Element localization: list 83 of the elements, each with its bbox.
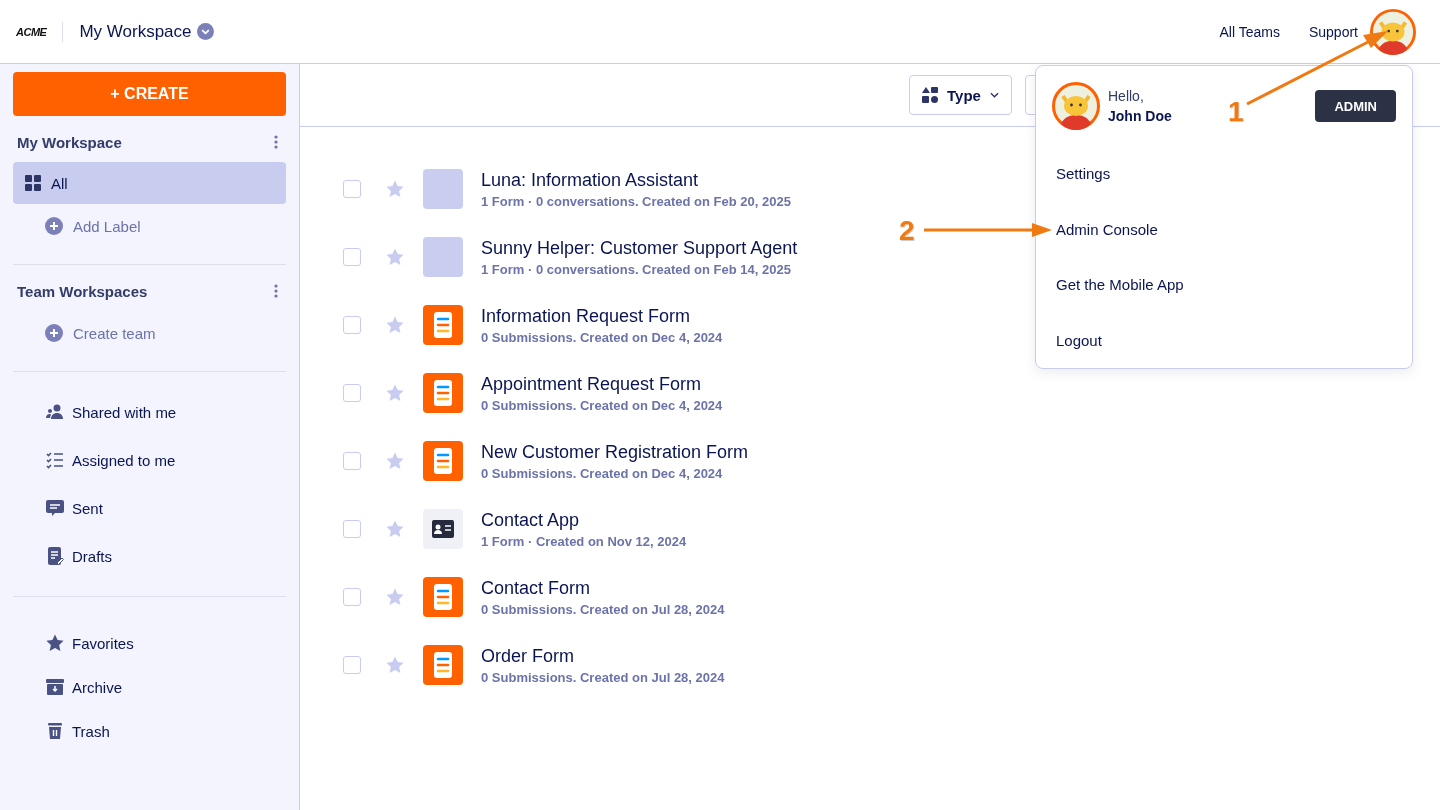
user-name: John Doe (1108, 108, 1172, 124)
menu-item[interactable]: Get the Mobile App (1052, 257, 1184, 313)
checkbox[interactable] (343, 248, 361, 266)
contact-card-icon (423, 509, 463, 549)
item-details: 1 Form · 0 conversations. Created on Feb 20, 2025 (481, 193, 791, 209)
chevron-down-icon (989, 92, 999, 98)
section-title: My Workspace (17, 133, 122, 151)
item-details: 0 Submissions. Created on Dec 4, 2024 (481, 329, 723, 345)
greeting: Hello, (1108, 88, 1145, 104)
item-title[interactable]: Appointment Request Form (481, 373, 723, 395)
header-link[interactable]: Support (1308, 23, 1358, 40)
archive-icon (46, 678, 64, 696)
sidebar-item[interactable]: All (13, 162, 286, 204)
chevron-down-icon[interactable] (196, 23, 214, 40)
type-filter-button[interactable]: Type (909, 75, 1012, 115)
form-icon (423, 441, 463, 481)
form-icon (423, 305, 463, 345)
sidebar-item[interactable]: Create team (13, 311, 286, 355)
star-icon[interactable] (386, 520, 404, 538)
sidebar-item[interactable]: Shared with me (13, 388, 286, 436)
item-title[interactable]: New Customer Registration Form (481, 441, 749, 463)
item-title[interactable]: Contact Form (481, 577, 725, 599)
photo-placeholder (423, 237, 463, 277)
trash-icon (46, 722, 64, 740)
more-options-icon[interactable] (274, 135, 278, 149)
star-icon[interactable] (386, 180, 404, 198)
star-icon[interactable] (386, 588, 404, 606)
plus-circle-icon (45, 324, 63, 342)
sidebar-item[interactable]: Archive (13, 665, 286, 709)
menu-item[interactable]: Logout (1052, 312, 1102, 368)
checkbox[interactable] (343, 316, 361, 334)
grid-icon (25, 175, 41, 191)
item-title[interactable]: Order Form (481, 645, 725, 667)
checkbox[interactable] (343, 520, 361, 538)
form-icon (423, 577, 463, 617)
plus-circle-icon (45, 217, 63, 235)
item-title[interactable]: Sunny Helper: Customer Support Agent (481, 237, 798, 259)
item-details: 0 Submissions. Created on Jul 28, 2024 (481, 601, 725, 617)
people-icon (46, 403, 64, 421)
avatar-icon[interactable] (1370, 8, 1416, 55)
logo[interactable]: ACME (16, 25, 47, 38)
shapes-icon (922, 87, 938, 103)
menu-item[interactable]: Admin Console (1052, 201, 1158, 257)
item-details: 0 Submissions. Created on Dec 4, 2024 (481, 465, 724, 481)
star-icon[interactable] (386, 452, 404, 470)
checkbox[interactable] (343, 384, 361, 402)
sidebar-item[interactable]: Add Label (13, 204, 286, 248)
star-icon[interactable] (386, 656, 404, 674)
star-icon[interactable] (386, 384, 404, 402)
checkbox[interactable] (343, 588, 361, 606)
item-title[interactable]: Luna: Information Assistant (481, 169, 791, 191)
sidebar-item[interactable]: Favorites (13, 621, 286, 665)
checklist-icon (46, 451, 64, 469)
form-icon (423, 373, 463, 413)
more-options-icon[interactable] (274, 284, 278, 298)
checkbox[interactable] (343, 656, 361, 674)
workspace-title[interactable]: My Workspace (79, 21, 192, 42)
star-icon (46, 634, 64, 652)
section-title: Team Workspaces (17, 282, 148, 300)
item-details: 0 Submissions. Created on Dec 4, 2024 (481, 397, 723, 413)
item-details: 0 Submissions. Created on Jul 28, 2024 (481, 669, 725, 685)
item-title[interactable]: Information Request Form (481, 305, 723, 327)
sidebar-item[interactable]: Sent (13, 484, 286, 532)
item-details: 1 Form · 0 conversations. Created on Feb 14, 2025 (481, 261, 792, 277)
header-link[interactable]: All Teams (1219, 23, 1280, 40)
admin-button[interactable]: ADMIN (1315, 90, 1396, 122)
callout-number: 1 (1228, 98, 1244, 126)
form-icon (423, 645, 463, 685)
menu-item[interactable]: Settings (1052, 146, 1111, 202)
draft-icon (46, 547, 64, 565)
item-details: 1 Form · Created on Nov 12, 2024 (481, 533, 687, 549)
sidebar-item[interactable]: Assigned to me (13, 436, 286, 484)
callout-number: 2 (899, 217, 915, 245)
star-icon[interactable] (386, 316, 404, 334)
avatar-icon (1052, 82, 1100, 130)
sidebar-item[interactable]: Drafts (13, 532, 286, 580)
checkbox[interactable] (343, 180, 361, 198)
photo-placeholder (423, 169, 463, 209)
checkbox[interactable] (343, 452, 361, 470)
sidebar-item[interactable]: Trash (13, 709, 286, 753)
item-title[interactable]: Contact App (481, 509, 687, 531)
chat-icon (46, 499, 64, 517)
star-icon[interactable] (386, 248, 404, 266)
